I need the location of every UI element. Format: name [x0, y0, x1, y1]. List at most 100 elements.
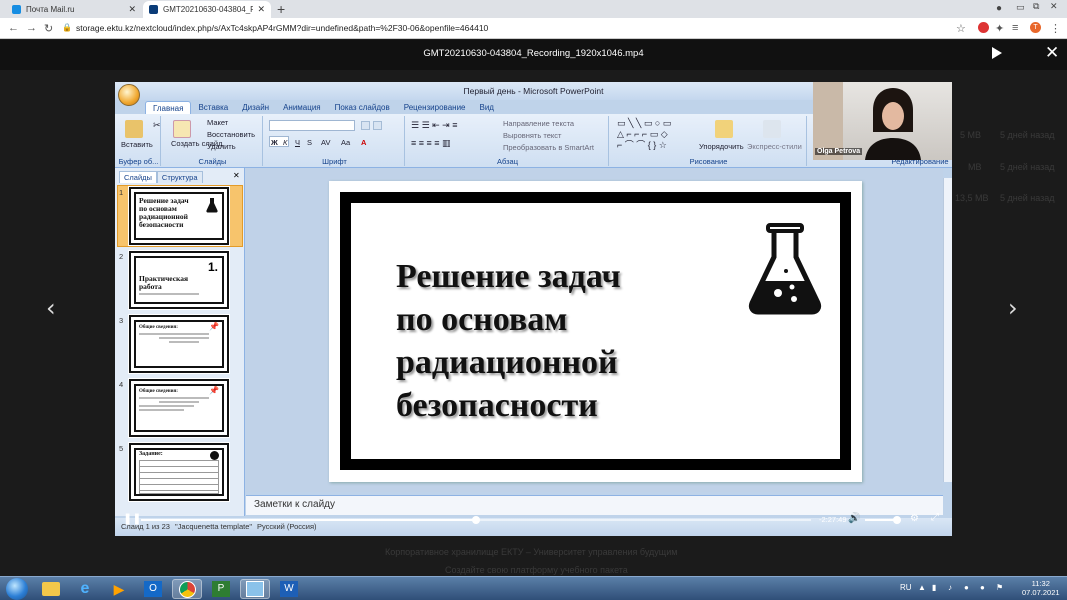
group-paragraph: ☰ ☰ ⇤ ⇥ ≡ ≡ ≡ ≡ ≡ ▥ Направление текста В…: [407, 116, 609, 166]
bookmark-star-icon[interactable]: ☆: [956, 22, 966, 35]
viewer-close-icon[interactable]: ✕: [1045, 43, 1059, 63]
quick-styles-label: Экспресс-стили: [747, 142, 802, 151]
network-icon[interactable]: ▮: [932, 583, 936, 592]
slide-title-line: радиационной: [396, 344, 618, 381]
current-slide: Решение задач по основам радиационной бе…: [329, 181, 862, 482]
pause-icon[interactable]: ❚❚: [123, 512, 141, 525]
paint-taskbar-icon[interactable]: [240, 579, 270, 599]
thumbnail-text-line: [139, 409, 184, 411]
pin-icon: 📌: [209, 386, 219, 395]
clock-time: 11:32: [1031, 579, 1050, 588]
project-taskbar-icon[interactable]: P: [206, 579, 236, 599]
extensions-icon[interactable]: ✦: [995, 22, 1004, 35]
media-player-taskbar-icon[interactable]: ▶: [104, 579, 134, 599]
seek-handle[interactable]: [472, 516, 480, 524]
word-taskbar-icon[interactable]: W: [274, 579, 304, 599]
tray-arrow-icon[interactable]: ▲: [918, 583, 926, 592]
slide-title-line: безопасности: [396, 387, 598, 424]
thumbnail-frame: Общие сведения: 📌: [134, 384, 224, 432]
shadow-icon: S: [307, 138, 313, 147]
thumbnail-text-line: [139, 405, 194, 407]
language-indicator[interactable]: RU: [900, 583, 912, 592]
new-tab-icon[interactable]: +: [277, 1, 285, 17]
volume-icon[interactable]: 🔊: [848, 513, 860, 524]
group-label: Рисование: [689, 157, 728, 166]
italic-icon: К: [283, 138, 288, 147]
shapes-gallery-icon: ▭ ╲ ╲ ▭ ○ ▭ △ ⌐ ⌐ ⌐ ▭ ◇ ⌐ ⌒ ⌒ { } ☆: [617, 118, 672, 150]
cut-icon: ✂: [153, 120, 161, 130]
close-icon[interactable]: ✕: [257, 4, 265, 15]
close-icon[interactable]: ✕: [128, 4, 136, 15]
profile-avatar[interactable]: T: [1030, 22, 1041, 33]
paste-icon: [125, 120, 143, 138]
bg-file-size: MB: [968, 162, 982, 172]
group-slides: Создать слайд Макет Восстановить Удалить…: [163, 116, 263, 166]
play-icon[interactable]: [992, 47, 1002, 59]
taskbar-clock[interactable]: 11:32 07.07.2021: [1022, 579, 1060, 597]
lock-icon: 🔒: [62, 23, 72, 32]
thumbnail-frame: Практическая работа 1.: [134, 256, 224, 304]
slide-title-line: по основам: [396, 301, 568, 338]
video-frame[interactable]: Первый день - Microsoft PowerPoint Главн…: [115, 82, 952, 536]
chrome-taskbar-icon[interactable]: [172, 579, 202, 599]
bg-footer-line: Создайте свою платформу учебного пакета: [445, 565, 628, 575]
thumbnail-table: [139, 460, 219, 494]
reload-icon[interactable]: ↻: [44, 22, 53, 35]
thumbnail-number: 4: [119, 380, 124, 389]
fullscreen-icon[interactable]: ⤢: [931, 512, 939, 523]
restore-icon[interactable]: ⧉: [1033, 1, 1039, 12]
ribbon-tabs: Главная Вставка Дизайн Анимация Показ сл…: [145, 101, 501, 114]
media-icon[interactable]: ≡: [1012, 22, 1018, 34]
window-close-icon[interactable]: ✕: [1050, 1, 1058, 12]
tray-app-icon[interactable]: ●: [964, 583, 969, 592]
ribbon-tab: Анимация: [283, 103, 321, 112]
bg-file-age: 5 дней назад: [1000, 130, 1055, 140]
ie-taskbar-icon[interactable]: e: [70, 579, 100, 599]
tray-flag-icon[interactable]: ⚑: [996, 583, 1003, 592]
tab-mail[interactable]: Почта Mail.ru ✕: [6, 1, 142, 18]
bg-file-size: 13,5 MB: [955, 193, 989, 203]
text-direction-label: Направление текста: [503, 119, 575, 128]
back-icon[interactable]: ←: [8, 22, 19, 34]
ribbon-tab: Рецензирование: [403, 103, 466, 112]
seek-bar[interactable]: [141, 516, 811, 524]
previous-arrow-icon[interactable]: ‹: [46, 294, 56, 322]
tab-title: GMT20210630-043804_Recordin: [163, 5, 254, 14]
volume-slider[interactable]: [865, 516, 902, 524]
smartart-label: Преобразовать в SmartArt: [503, 143, 594, 152]
tray-app-icon[interactable]: ●: [980, 583, 985, 592]
speaker-icon[interactable]: ♪: [948, 583, 952, 592]
forward-icon[interactable]: →: [26, 22, 37, 34]
thumbnail-frame: Общие сведения: 📌: [134, 320, 224, 368]
paste-label: Вставить: [121, 140, 153, 149]
url-field[interactable]: storage.ektu.kz/nextcloud/index.php/s/Ax…: [76, 21, 956, 36]
slide-title: Решение задач по основам радиационной бе…: [396, 255, 676, 427]
group-label: Шрифт: [322, 157, 347, 166]
minimize-icon[interactable]: ▭: [1016, 2, 1025, 13]
bold-icon: Ж: [271, 138, 278, 147]
spacing-icon: AV: [321, 138, 331, 147]
group-label: Буфер об...: [118, 157, 159, 166]
group-label: Абзац: [496, 157, 519, 166]
next-arrow-icon[interactable]: ›: [1008, 294, 1018, 322]
volume-handle[interactable]: [893, 516, 902, 524]
reset-label: Восстановить: [207, 130, 256, 139]
explorer-taskbar-icon[interactable]: [36, 579, 66, 599]
screen: Почта Mail.ru ✕ GMT20210630-043804_Recor…: [0, 0, 1067, 600]
start-button[interactable]: [6, 578, 28, 600]
ribbon-tab: Вид: [479, 103, 494, 112]
outlook-taskbar-icon[interactable]: O: [138, 579, 168, 599]
bullets-icon: ☰ ☰ ⇤ ⇥ ≡: [411, 120, 458, 130]
settings-gear-icon[interactable]: ⚙: [910, 513, 919, 524]
group-clipboard: Вставить ✂ Буфер об...: [117, 116, 161, 166]
ribbon-tab: Дизайн: [242, 103, 270, 112]
slide-title-line: Решение задач: [396, 258, 621, 295]
arrange-icon: [715, 120, 733, 138]
viewer-header: GMT20210630-043804_Recording_1920x1046.m…: [0, 40, 1067, 70]
adblock-icon[interactable]: [978, 22, 989, 33]
menu-icon[interactable]: ⋮: [1050, 22, 1061, 35]
mail-favicon-icon: [12, 5, 21, 14]
tab-recording[interactable]: GMT20210630-043804_Recordin ✕: [143, 1, 271, 18]
group-drawing: ▭ ╲ ╲ ▭ ○ ▭ △ ⌐ ⌐ ⌐ ▭ ◇ ⌐ ⌒ ⌒ { } ☆ Упоряд…: [611, 116, 807, 166]
layout-label: Макет: [207, 118, 229, 127]
